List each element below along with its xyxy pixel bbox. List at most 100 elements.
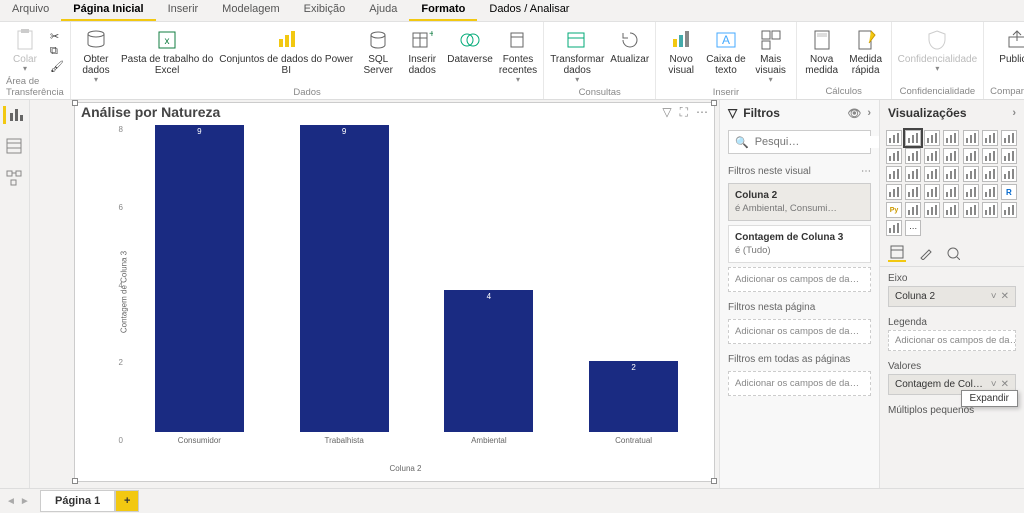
tab-exibicao[interactable]: Exibição <box>292 0 358 21</box>
vis-type-py-visual[interactable]: Py <box>886 202 902 218</box>
vis-type-stacked-column-100[interactable] <box>982 130 998 146</box>
report-canvas[interactable]: Análise por Natureza ▽ ⛶ ⋯ Contagem de C… <box>30 100 719 488</box>
page-tab-1[interactable]: Página 1 <box>40 490 115 512</box>
excel-workbook-button[interactable]: xPasta de trabalho do Excel <box>121 24 213 76</box>
section-menu-icon[interactable]: ⋯ <box>861 166 871 177</box>
vis-type-donut[interactable] <box>924 166 940 182</box>
vis-type-area[interactable] <box>886 148 902 164</box>
prev-page-icon[interactable]: ◄ <box>6 496 16 507</box>
vis-type-filled-map[interactable] <box>982 166 998 182</box>
tab-ajuda[interactable]: Ajuda <box>357 0 409 21</box>
vis-type-clustered-bar[interactable] <box>905 130 921 146</box>
tab-pagina-inicial[interactable]: Página Inicial <box>61 0 155 21</box>
filter-drop-page[interactable]: Adicionar os campos de da… <box>728 319 871 344</box>
filter-card-coluna2[interactable]: Coluna 2 é Ambiental, Consumi… <box>728 183 871 221</box>
quick-measure-icon <box>854 28 878 52</box>
refresh-button[interactable]: Atualizar <box>610 24 649 65</box>
vis-type-line-clustered[interactable] <box>924 148 940 164</box>
vis-type-waterfall[interactable] <box>982 148 998 164</box>
new-measure-button[interactable]: Nova medida <box>803 24 841 76</box>
remove-icon[interactable]: ✕ <box>1001 291 1009 302</box>
vis-type-clustered-column[interactable] <box>943 130 959 146</box>
vis-type-r-visual[interactable]: R <box>1001 184 1017 200</box>
vis-type-stacked-column[interactable] <box>924 130 940 146</box>
dataverse-button[interactable]: Dataverse <box>447 24 493 65</box>
vis-type-multi-card[interactable] <box>905 184 921 200</box>
paste-button[interactable]: Colar▾ <box>6 24 44 74</box>
vis-type-more[interactable]: ⋯ <box>905 220 921 236</box>
cut-icon[interactable]: ✂ <box>50 30 64 43</box>
report-view-icon[interactable] <box>3 106 21 124</box>
text-box-button[interactable]: ACaixa de texto <box>706 24 745 76</box>
data-view-icon[interactable] <box>6 138 24 156</box>
vis-collapse-icon[interactable]: › <box>1012 107 1016 119</box>
vis-type-kpi[interactable] <box>924 184 940 200</box>
vis-type-ribbon[interactable] <box>963 148 979 164</box>
model-view-icon[interactable] <box>6 170 24 188</box>
focus-mode-icon[interactable]: ⛶ <box>680 105 688 120</box>
new-visual-button[interactable]: Novo visual <box>662 24 700 76</box>
fields-tab-icon[interactable] <box>888 244 906 262</box>
vis-type-stacked-area[interactable] <box>905 148 921 164</box>
search-input[interactable] <box>755 136 897 148</box>
enter-data-button[interactable]: +Inserir dados <box>403 24 441 76</box>
vis-type-stacked-bar[interactable] <box>886 130 902 146</box>
vis-type-scatter[interactable] <box>886 166 902 182</box>
vis-type-arcgis[interactable] <box>1001 202 1017 218</box>
vis-type-line[interactable] <box>1001 130 1017 146</box>
vis-type-table[interactable] <box>963 184 979 200</box>
analytics-tab-icon[interactable] <box>944 244 962 262</box>
format-tab-icon[interactable] <box>916 244 934 262</box>
format-painter-icon[interactable]: 🖌 <box>50 60 64 73</box>
get-data-button[interactable]: Obter dados▾ <box>77 24 115 85</box>
filter-card-contagem[interactable]: Contagem de Coluna 3 é (Tudo) <box>728 225 871 263</box>
eye-icon[interactable]: 👁 <box>847 107 861 120</box>
vis-type-matrix[interactable] <box>982 184 998 200</box>
publish-button[interactable]: Publicar <box>998 24 1024 65</box>
vis-type-decomposition[interactable] <box>924 202 940 218</box>
transform-data-button[interactable]: Transformar dados▾ <box>550 24 604 85</box>
filters-search[interactable]: 🔍 <box>728 130 871 154</box>
vis-type-line-stacked[interactable] <box>943 148 959 164</box>
remove-icon[interactable]: ✕ <box>1001 379 1009 390</box>
vis-type-slicer[interactable] <box>943 184 959 200</box>
filter-drop-visual[interactable]: Adicionar os campos de da… <box>728 267 871 292</box>
chevron-down-icon[interactable]: ˅ <box>991 291 997 302</box>
tab-formato[interactable]: Formato <box>409 0 477 21</box>
chevron-down-icon[interactable]: ˅ <box>991 379 997 390</box>
legend-field-well[interactable]: Adicionar os campos de da… <box>888 330 1016 351</box>
copy-icon[interactable]: ⧉ <box>50 45 64 58</box>
clipboard-icon <box>13 28 37 52</box>
vis-type-map[interactable] <box>963 166 979 182</box>
recent-sources-button[interactable]: Fontes recentes▾ <box>499 24 537 85</box>
more-visuals-button[interactable]: Mais visuais▾ <box>752 24 790 85</box>
next-page-icon[interactable]: ► <box>20 496 30 507</box>
vis-type-card[interactable] <box>886 184 902 200</box>
vis-type-qa[interactable] <box>943 202 959 218</box>
vis-type-stacked-bar-100[interactable] <box>963 130 979 146</box>
vis-type-smart-narrative[interactable] <box>963 202 979 218</box>
vis-type-funnel[interactable] <box>1001 148 1017 164</box>
add-page-button[interactable]: + <box>115 490 139 512</box>
tab-dados-analisar[interactable]: Dados / Analisar <box>477 0 581 21</box>
filter-drop-all[interactable]: Adicionar os campos de da… <box>728 371 871 396</box>
tab-arquivo[interactable]: Arquivo <box>0 0 61 21</box>
filter-icon[interactable]: ▽ <box>662 105 671 120</box>
tab-inserir[interactable]: Inserir <box>156 0 211 21</box>
vis-type-powerapps[interactable] <box>886 220 902 236</box>
vis-type-treemap[interactable] <box>943 166 959 182</box>
calculator-icon <box>810 28 834 52</box>
vis-type-gauge[interactable] <box>1001 166 1017 182</box>
pbi-datasets-button[interactable]: Conjuntos de dados do Power BI <box>219 24 353 76</box>
vis-type-paginated[interactable] <box>982 202 998 218</box>
sensitivity-button[interactable]: Confidencialidade▾ <box>898 24 978 74</box>
bar-chart-visual[interactable]: Análise por Natureza ▽ ⛶ ⋯ Contagem de C… <box>74 102 715 482</box>
vis-type-key-influencers[interactable] <box>905 202 921 218</box>
sql-server-button[interactable]: SQL Server <box>359 24 397 76</box>
more-options-icon[interactable]: ⋯ <box>696 105 708 120</box>
quick-measure-button[interactable]: Medida rápida <box>847 24 885 76</box>
vis-type-pie[interactable] <box>905 166 921 182</box>
axis-field-well[interactable]: Coluna 2 ˅✕ <box>888 286 1016 307</box>
collapse-icon[interactable]: › <box>867 107 871 119</box>
tab-modelagem[interactable]: Modelagem <box>210 0 291 21</box>
